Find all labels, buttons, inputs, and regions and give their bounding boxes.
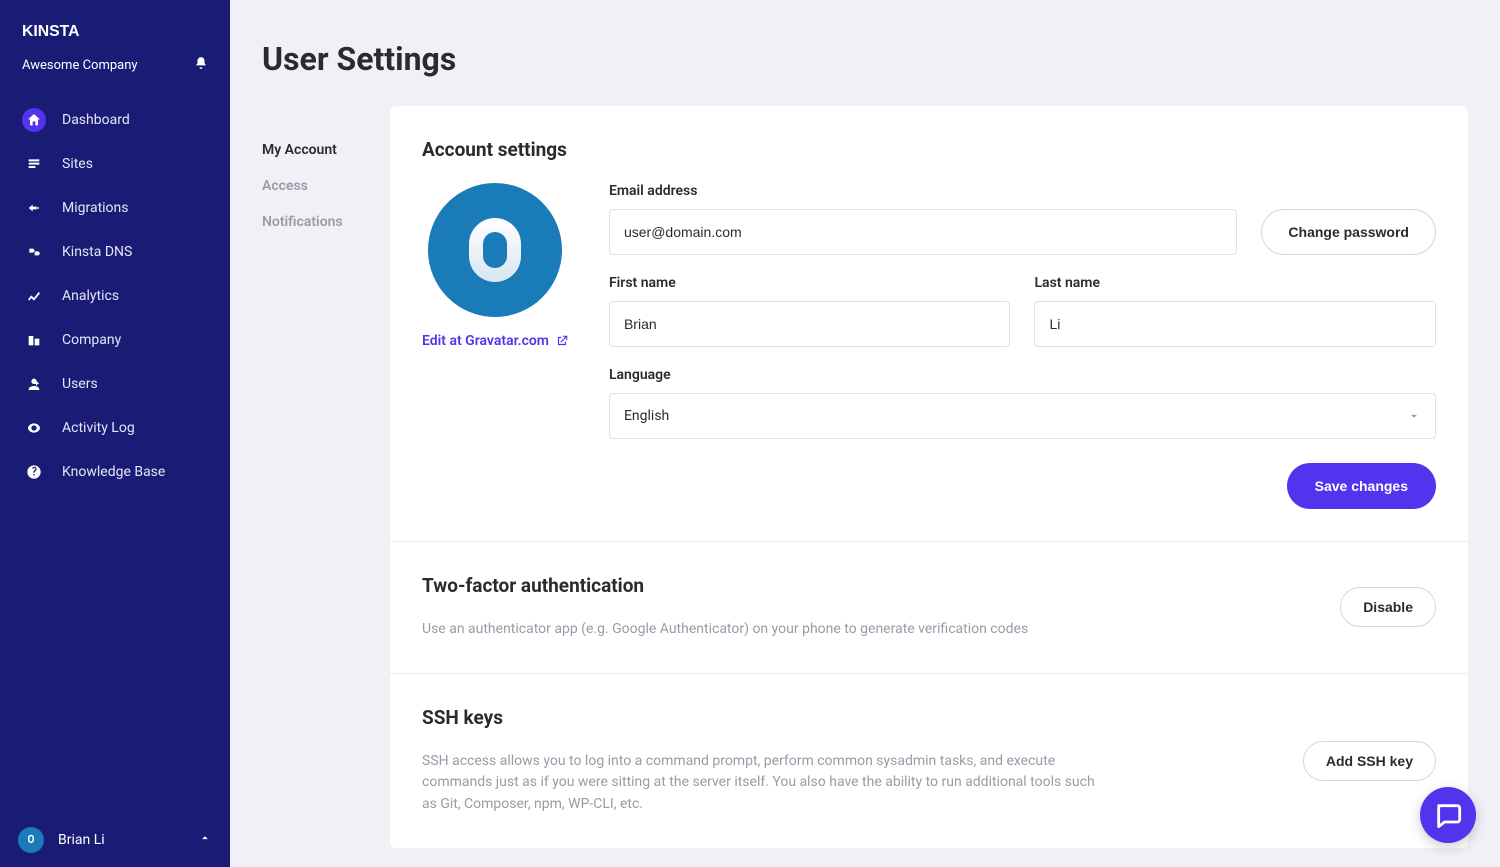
chevron-down-icon: [1407, 409, 1421, 423]
sidebar-item-dashboard[interactable]: Dashboard: [0, 98, 230, 142]
sidebar-item-label: Company: [62, 332, 121, 348]
sites-icon: [22, 152, 46, 176]
page-title: User Settings: [230, 0, 1500, 106]
sidebar-item-analytics[interactable]: Analytics: [0, 274, 230, 318]
language-select[interactable]: English: [609, 393, 1436, 439]
sidebar-item-dns[interactable]: Kinsta DNS: [0, 230, 230, 274]
section-title: Account settings: [422, 138, 1436, 161]
last-name-input[interactable]: [1034, 301, 1436, 347]
subnav-access[interactable]: Access: [262, 168, 390, 204]
two-factor-section: Two-factor authentication Use an authent…: [390, 542, 1468, 674]
migrations-icon: [22, 196, 46, 220]
chat-icon: [1434, 801, 1462, 829]
save-changes-button[interactable]: Save changes: [1287, 463, 1436, 509]
section-title: Two-factor authentication: [422, 574, 1028, 597]
main-content: User Settings My Account Access Notifica…: [230, 0, 1500, 867]
sidebar-item-company[interactable]: Company: [0, 318, 230, 362]
users-icon: [22, 372, 46, 396]
sidebar-item-label: Migrations: [62, 200, 129, 216]
user-menu[interactable]: Brian Li: [0, 813, 230, 867]
ssh-keys-section: SSH keys SSH access allows you to log in…: [390, 674, 1468, 848]
activity-icon: [22, 416, 46, 440]
add-ssh-key-button[interactable]: Add SSH key: [1303, 741, 1436, 781]
notifications-bell-icon[interactable]: [194, 56, 208, 74]
sidebar: KINSTA Awesome Company Dashboard Sites M…: [0, 0, 230, 867]
edit-gravatar-link[interactable]: Edit at Gravatar.com: [422, 333, 569, 349]
chevron-up-icon: [198, 831, 212, 849]
external-link-icon: [555, 334, 569, 348]
brand-logo: KINSTA: [22, 20, 208, 42]
sidebar-item-label: Knowledge Base: [62, 464, 165, 480]
gravatar-avatar: [428, 183, 562, 317]
last-name-label: Last name: [1034, 275, 1436, 291]
first-name-input[interactable]: [609, 301, 1011, 347]
sidebar-item-label: Kinsta DNS: [62, 244, 132, 260]
tfa-description: Use an authenticator app (e.g. Google Au…: [422, 619, 1028, 641]
avatar-icon: [18, 827, 44, 853]
sidebar-item-knowledge[interactable]: Knowledge Base: [0, 450, 230, 494]
email-label: Email address: [609, 183, 1237, 199]
sidebar-item-label: Sites: [62, 156, 93, 172]
email-input[interactable]: [609, 209, 1237, 255]
company-name[interactable]: Awesome Company: [22, 58, 138, 73]
subnav-notifications[interactable]: Notifications: [262, 204, 390, 240]
settings-card: Account settings Edit at: [390, 106, 1468, 848]
sidebar-item-label: Analytics: [62, 288, 119, 304]
account-settings-section: Account settings Edit at: [390, 106, 1468, 542]
dns-icon: [22, 240, 46, 264]
ssh-description: SSH access allows you to log into a comm…: [422, 751, 1102, 816]
knowledge-icon: [22, 460, 46, 484]
sidebar-item-sites[interactable]: Sites: [0, 142, 230, 186]
sidebar-item-users[interactable]: Users: [0, 362, 230, 406]
sidebar-item-migrations[interactable]: Migrations: [0, 186, 230, 230]
settings-subnav: My Account Access Notifications: [262, 106, 390, 848]
sidebar-item-label: Dashboard: [62, 112, 130, 128]
sidebar-item-label: Users: [62, 376, 98, 392]
change-password-button[interactable]: Change password: [1261, 209, 1436, 255]
sidebar-item-activity[interactable]: Activity Log: [0, 406, 230, 450]
svg-text:KINSTA: KINSTA: [22, 23, 79, 40]
section-title: SSH keys: [422, 706, 1102, 729]
sidebar-item-label: Activity Log: [62, 420, 135, 436]
first-name-label: First name: [609, 275, 1011, 291]
disable-tfa-button[interactable]: Disable: [1340, 587, 1436, 627]
subnav-my-account[interactable]: My Account: [262, 132, 390, 168]
chat-launcher[interactable]: [1420, 787, 1476, 843]
user-name: Brian Li: [58, 832, 105, 848]
company-icon: [22, 328, 46, 352]
analytics-icon: [22, 284, 46, 308]
sidebar-nav: Dashboard Sites Migrations Kinsta DNS An…: [0, 92, 230, 813]
language-label: Language: [609, 367, 1436, 383]
home-icon: [22, 108, 46, 132]
